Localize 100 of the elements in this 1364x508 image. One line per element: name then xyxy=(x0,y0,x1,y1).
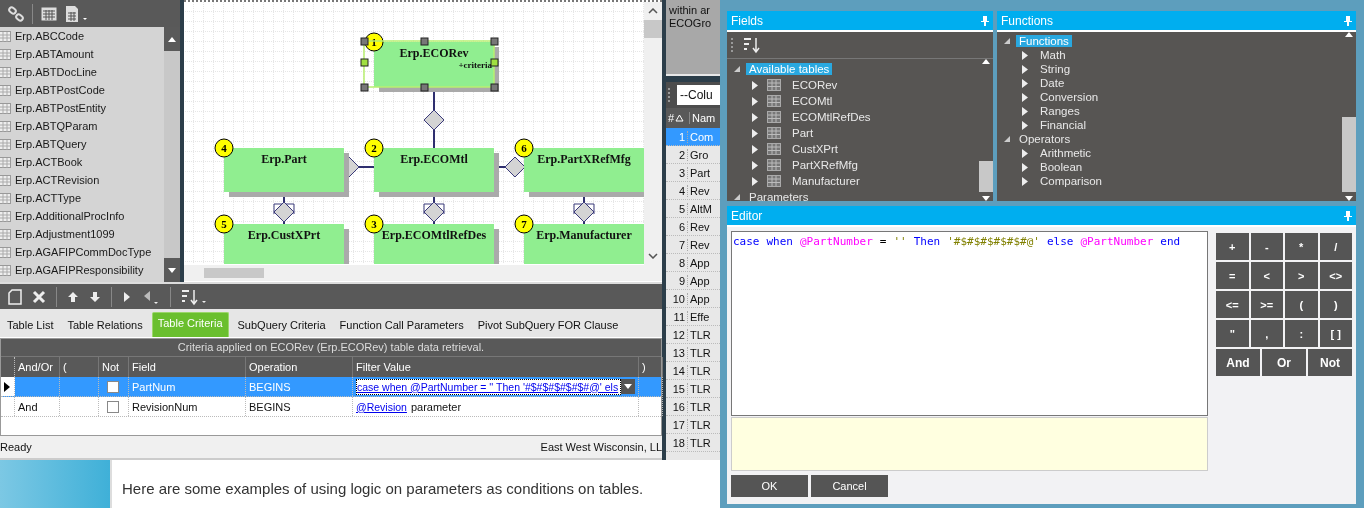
expand-icon[interactable] xyxy=(1021,106,1029,116)
operator-key[interactable]: And xyxy=(1216,349,1260,376)
scroll-thumb[interactable] xyxy=(204,268,264,278)
operator-key[interactable]: = xyxy=(1216,262,1249,289)
triangle-left-icon[interactable] xyxy=(142,288,160,305)
expand-icon[interactable] xyxy=(751,96,759,106)
link-icon[interactable] xyxy=(8,5,24,22)
tab[interactable]: Table List xyxy=(2,315,59,337)
scrollbar[interactable] xyxy=(184,265,662,281)
table-list-item[interactable]: Erp.AdditionalProcInfo xyxy=(0,207,164,225)
expand-icon[interactable] xyxy=(1021,176,1029,186)
expand-icon[interactable] xyxy=(1021,64,1029,74)
table-list-item[interactable]: Erp.AGAFIPResponsibility xyxy=(0,261,164,279)
column-header[interactable]: Nam xyxy=(690,112,716,124)
dropdown-button[interactable] xyxy=(621,379,635,394)
tree-item[interactable]: ECOMtlRefDes xyxy=(789,111,874,123)
scroll-thumb[interactable] xyxy=(644,20,662,38)
collapse-icon[interactable] xyxy=(1003,135,1011,143)
table-list-item[interactable]: Erp.ABTQParam xyxy=(0,117,164,135)
table-list-item[interactable]: Erp.ACTRevision xyxy=(0,171,164,189)
column-chooser-field[interactable]: --Colu xyxy=(677,85,720,105)
tree-item[interactable]: Ranges xyxy=(1037,105,1083,117)
table-list-item[interactable]: Erp.ABTPostEntity xyxy=(0,99,164,117)
table-list-item[interactable]: Erp.AGAFIPCommDocType xyxy=(0,243,164,261)
tree-item[interactable]: Comparison xyxy=(1037,175,1105,187)
operator-key[interactable]: <= xyxy=(1216,291,1249,318)
table-list-item[interactable]: Erp.ACTType xyxy=(0,189,164,207)
not-checkbox[interactable] xyxy=(107,400,119,413)
expand-icon[interactable] xyxy=(1021,120,1029,130)
scrollbar[interactable] xyxy=(644,2,662,265)
tree-item[interactable]: Financial xyxy=(1037,119,1090,131)
scroll-up-icon[interactable] xyxy=(648,8,658,14)
tab[interactable]: Pivot SubQuery FOR Clause xyxy=(472,315,624,337)
not-checkbox[interactable] xyxy=(107,380,119,393)
tab[interactable]: Table Relations xyxy=(62,315,148,337)
scrollbar[interactable] xyxy=(164,27,180,282)
operator-key[interactable]: > xyxy=(1285,262,1318,289)
criteria-row[interactable]: And RevisionNum BEGINS @Revision parameter xyxy=(1,397,661,417)
operator-key[interactable]: + xyxy=(1216,233,1249,260)
scroll-thumb[interactable] xyxy=(1342,116,1356,192)
tree-item[interactable]: ECORev xyxy=(789,79,841,91)
scroll-up-icon[interactable] xyxy=(982,59,990,64)
scroll-down-icon[interactable] xyxy=(1345,196,1353,201)
table-document-icon[interactable] xyxy=(65,4,89,23)
table-list-item[interactable]: Erp.ABTDocLine xyxy=(0,63,164,81)
tree-item[interactable]: Date xyxy=(1037,77,1068,89)
operator-key[interactable]: * xyxy=(1285,233,1318,260)
expand-icon[interactable] xyxy=(751,160,759,170)
tree-item[interactable]: Parameters xyxy=(746,191,812,203)
table-node[interactable] xyxy=(374,42,499,92)
expand-icon[interactable] xyxy=(1021,78,1029,88)
operator-key[interactable]: Not xyxy=(1308,349,1352,376)
operator-key[interactable]: , xyxy=(1250,320,1283,347)
operator-key[interactable]: " xyxy=(1216,320,1249,347)
scroll-thumb[interactable] xyxy=(979,161,993,192)
scrollbar[interactable] xyxy=(1342,32,1356,201)
ok-button[interactable]: OK xyxy=(731,475,808,497)
table-list-item[interactable]: Erp.ABCCode xyxy=(0,27,164,45)
operator-key[interactable]: : xyxy=(1285,320,1318,347)
scroll-up-icon[interactable] xyxy=(168,36,176,42)
scroll-down-icon[interactable] xyxy=(648,253,658,259)
column-header[interactable]: # xyxy=(668,112,675,124)
tree-item[interactable]: Manufacturer xyxy=(789,175,863,187)
tree-item[interactable]: Arithmetic xyxy=(1037,147,1095,159)
table-icon[interactable] xyxy=(41,6,57,21)
expression-editor[interactable]: case when @PartNumber = '' Then '#$#$#$#$#$#@' else @PartNumber end xyxy=(731,231,1208,416)
operator-key[interactable]: / xyxy=(1319,233,1352,260)
expand-icon[interactable] xyxy=(751,144,759,154)
expand-icon[interactable] xyxy=(751,80,759,90)
selection-frame[interactable] xyxy=(360,37,499,92)
expand-icon[interactable] xyxy=(1021,50,1029,60)
sort-icon[interactable] xyxy=(743,36,763,54)
tab[interactable]: Function Call Parameters xyxy=(334,315,469,337)
scrollbar[interactable] xyxy=(979,59,993,201)
operator-key[interactable]: ) xyxy=(1319,291,1352,318)
operator-key[interactable]: <> xyxy=(1319,262,1352,289)
operator-key[interactable]: ( xyxy=(1285,291,1318,318)
arrow-down-icon[interactable] xyxy=(89,290,101,303)
tree-item[interactable]: Math xyxy=(1037,49,1069,61)
expand-icon[interactable] xyxy=(1021,162,1029,172)
table-list-item[interactable]: Erp.ACTBook xyxy=(0,153,164,171)
expand-icon[interactable] xyxy=(751,128,759,138)
tree-item[interactable]: Operators xyxy=(1016,133,1074,145)
new-document-icon[interactable] xyxy=(8,288,22,305)
operator-key[interactable]: [ ] xyxy=(1319,320,1352,347)
table-list-item[interactable]: Erp.Adjustment1099 xyxy=(0,225,164,243)
operator-key[interactable]: Or xyxy=(1262,349,1306,376)
filter-value-link[interactable]: case when @PartNumber = '' Then '#$#$#$#$#$#@' els xyxy=(357,380,619,393)
expand-icon[interactable] xyxy=(1021,148,1029,158)
table-list-item[interactable]: Erp.ABTAmount xyxy=(0,45,164,63)
arrow-up-icon[interactable] xyxy=(67,290,79,303)
operator-key[interactable]: >= xyxy=(1250,291,1283,318)
criteria-row[interactable]: PartNum BEGINS case when @PartNumber = '' Then '#$#$#$#$#$#@' els xyxy=(1,377,661,397)
table-list-item[interactable]: Erp.ABTPostCode xyxy=(0,81,164,99)
cancel-button[interactable]: Cancel xyxy=(811,475,888,497)
collapse-icon[interactable] xyxy=(733,65,741,73)
sort-icon[interactable] xyxy=(181,287,209,306)
expand-icon[interactable] xyxy=(751,112,759,122)
scroll-down-icon[interactable] xyxy=(982,196,990,201)
tree-item[interactable]: CustXPrt xyxy=(789,143,841,155)
